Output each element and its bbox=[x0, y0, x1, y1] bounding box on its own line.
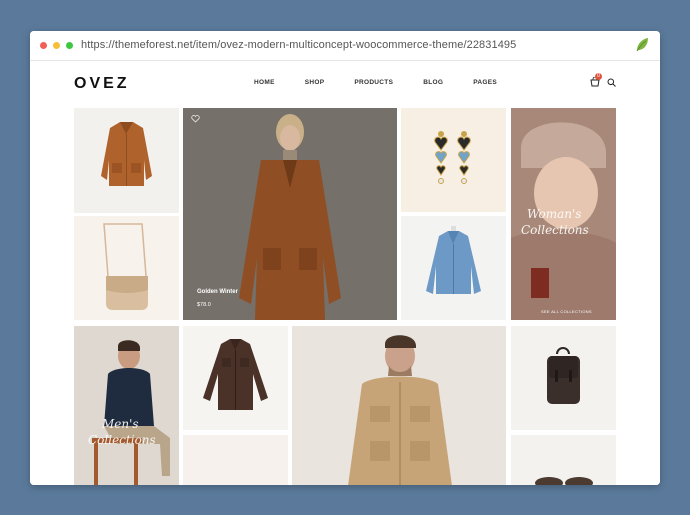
man-in-field-jacket-image bbox=[348, 335, 452, 485]
main-navigation: HOME SHOP PRODUCTS BLOG PAGES bbox=[254, 79, 527, 86]
browser-toolbar: https://themeforest.net/item/ovez-modern… bbox=[30, 31, 660, 61]
featured-product-price: $78.0 bbox=[197, 302, 211, 308]
promo-women-title-line2: Collections bbox=[521, 223, 589, 237]
promo-men-title-line2: Collections bbox=[88, 433, 156, 447]
denim-jacket-image bbox=[426, 226, 481, 294]
man-on-chair-image bbox=[92, 340, 170, 485]
promo-women-collection[interactable]: Woman's Collections SEE ALL COLLECTIONS bbox=[511, 108, 616, 320]
promo-men-collection[interactable]: Men's Collections bbox=[74, 326, 179, 485]
product-tile-placeholder[interactable] bbox=[183, 435, 288, 485]
featured-product-title[interactable]: Golden Winter bbox=[197, 289, 238, 295]
website-content: OVEZ HOME SHOP PRODUCTS BLOG PAGES 0 Gol… bbox=[30, 61, 660, 485]
search-icon[interactable] bbox=[607, 78, 616, 87]
product-tile-suede-shirt[interactable] bbox=[183, 326, 288, 430]
address-bar[interactable]: https://themeforest.net/item/ovez-modern… bbox=[81, 39, 516, 51]
nav-home[interactable]: HOME bbox=[254, 79, 275, 86]
promo-women-title-line1: Woman's bbox=[527, 207, 582, 221]
product-tile-field-jacket[interactable] bbox=[292, 326, 506, 485]
sunglasses-image bbox=[535, 477, 593, 485]
browser-window: https://themeforest.net/item/ovez-modern… bbox=[30, 31, 660, 485]
brown-coat-image bbox=[101, 122, 152, 186]
minimize-window-button[interactable] bbox=[53, 42, 60, 49]
leather-backpack-image bbox=[547, 347, 580, 404]
suede-shirt-image bbox=[203, 339, 268, 410]
envato-leaf-icon bbox=[636, 38, 648, 52]
featured-product-tile[interactable]: Golden Winter $78.0 bbox=[183, 108, 397, 320]
nav-pages[interactable]: PAGES bbox=[473, 79, 497, 86]
close-window-button[interactable] bbox=[40, 42, 47, 49]
site-logo[interactable]: OVEZ bbox=[74, 75, 130, 93]
cart-count-badge: 0 bbox=[595, 73, 602, 80]
nav-products[interactable]: PRODUCTS bbox=[354, 79, 393, 86]
nav-blog[interactable]: BLOG bbox=[423, 79, 443, 86]
maximize-window-button[interactable] bbox=[66, 42, 73, 49]
crossbody-bag-image bbox=[103, 223, 148, 310]
product-tile-bag[interactable] bbox=[74, 216, 179, 320]
heart-icon[interactable] bbox=[191, 115, 200, 123]
heart-earrings-image bbox=[434, 131, 471, 184]
nav-shop[interactable]: SHOP bbox=[305, 79, 325, 86]
product-tile-coat[interactable] bbox=[74, 108, 179, 213]
product-tile-backpack[interactable] bbox=[511, 326, 616, 430]
product-tile-denim-jacket[interactable] bbox=[401, 216, 506, 320]
promo-women-link[interactable]: SEE ALL COLLECTIONS bbox=[541, 309, 592, 314]
promo-men-title-line1: Men's bbox=[102, 417, 139, 431]
product-tile-earrings[interactable] bbox=[401, 108, 506, 212]
product-tile-sunglasses[interactable] bbox=[511, 435, 616, 485]
